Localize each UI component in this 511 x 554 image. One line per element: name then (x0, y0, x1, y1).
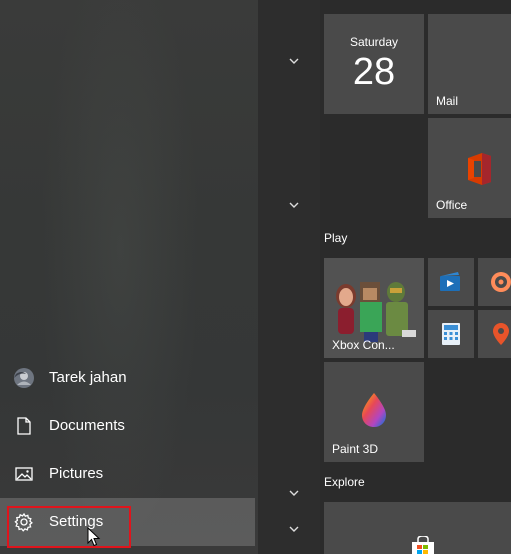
xbox-characters-image (336, 282, 416, 342)
maps-tile[interactable] (478, 310, 511, 358)
avatar (14, 368, 34, 388)
nav-pictures[interactable]: Pictures (0, 450, 255, 498)
store-icon (412, 536, 434, 554)
microsoft-store-tile[interactable] (324, 502, 511, 554)
document-icon (17, 417, 31, 435)
nav-documents-label: Documents (49, 417, 125, 434)
office-tile[interactable]: Office (428, 118, 511, 218)
calendar-tile[interactable]: Saturday 28 (324, 14, 424, 114)
chevron-down-icon[interactable] (287, 200, 301, 210)
mouse-cursor-icon (87, 527, 101, 547)
chevron-down-icon[interactable] (287, 56, 301, 66)
user-name: Tarek jahan (49, 369, 127, 386)
office-tile-label: Office (436, 198, 468, 212)
calculator-icon (442, 323, 460, 345)
groove-music-tile[interactable] (478, 258, 511, 306)
explore-group-title: Explore (324, 475, 365, 489)
mail-tile-label: Mail (436, 94, 459, 108)
calendar-weekday: Saturday (349, 35, 399, 49)
map-pin-icon (493, 323, 509, 345)
nav-pictures-label: Pictures (49, 465, 104, 482)
user-account-item[interactable]: Tarek jahan (0, 354, 255, 402)
calendar-day-number: 28 (352, 51, 396, 93)
groove-music-icon (491, 272, 511, 292)
paint-3d-icon (362, 393, 386, 427)
paint-3d-tile[interactable]: Paint 3D (324, 362, 424, 462)
chevron-down-icon[interactable] (287, 488, 301, 498)
settings-highlight-box (7, 506, 131, 548)
movies-tv-icon (440, 272, 460, 291)
calculator-tile[interactable] (428, 310, 474, 358)
pictures-icon (15, 467, 33, 481)
paint-3d-tile-label: Paint 3D (332, 442, 379, 456)
office-icon (468, 153, 491, 185)
xbox-console-tile[interactable]: Xbox Con... (324, 258, 424, 358)
chevron-down-icon[interactable] (287, 524, 301, 534)
movies-tv-tile[interactable] (428, 258, 474, 306)
mail-tile[interactable]: Mail (428, 14, 511, 114)
nav-documents[interactable]: Documents (0, 402, 255, 450)
xbox-tile-label: Xbox Con... (332, 338, 395, 352)
play-group-title: Play (324, 231, 348, 245)
start-menu-collapse-column (258, 0, 320, 554)
